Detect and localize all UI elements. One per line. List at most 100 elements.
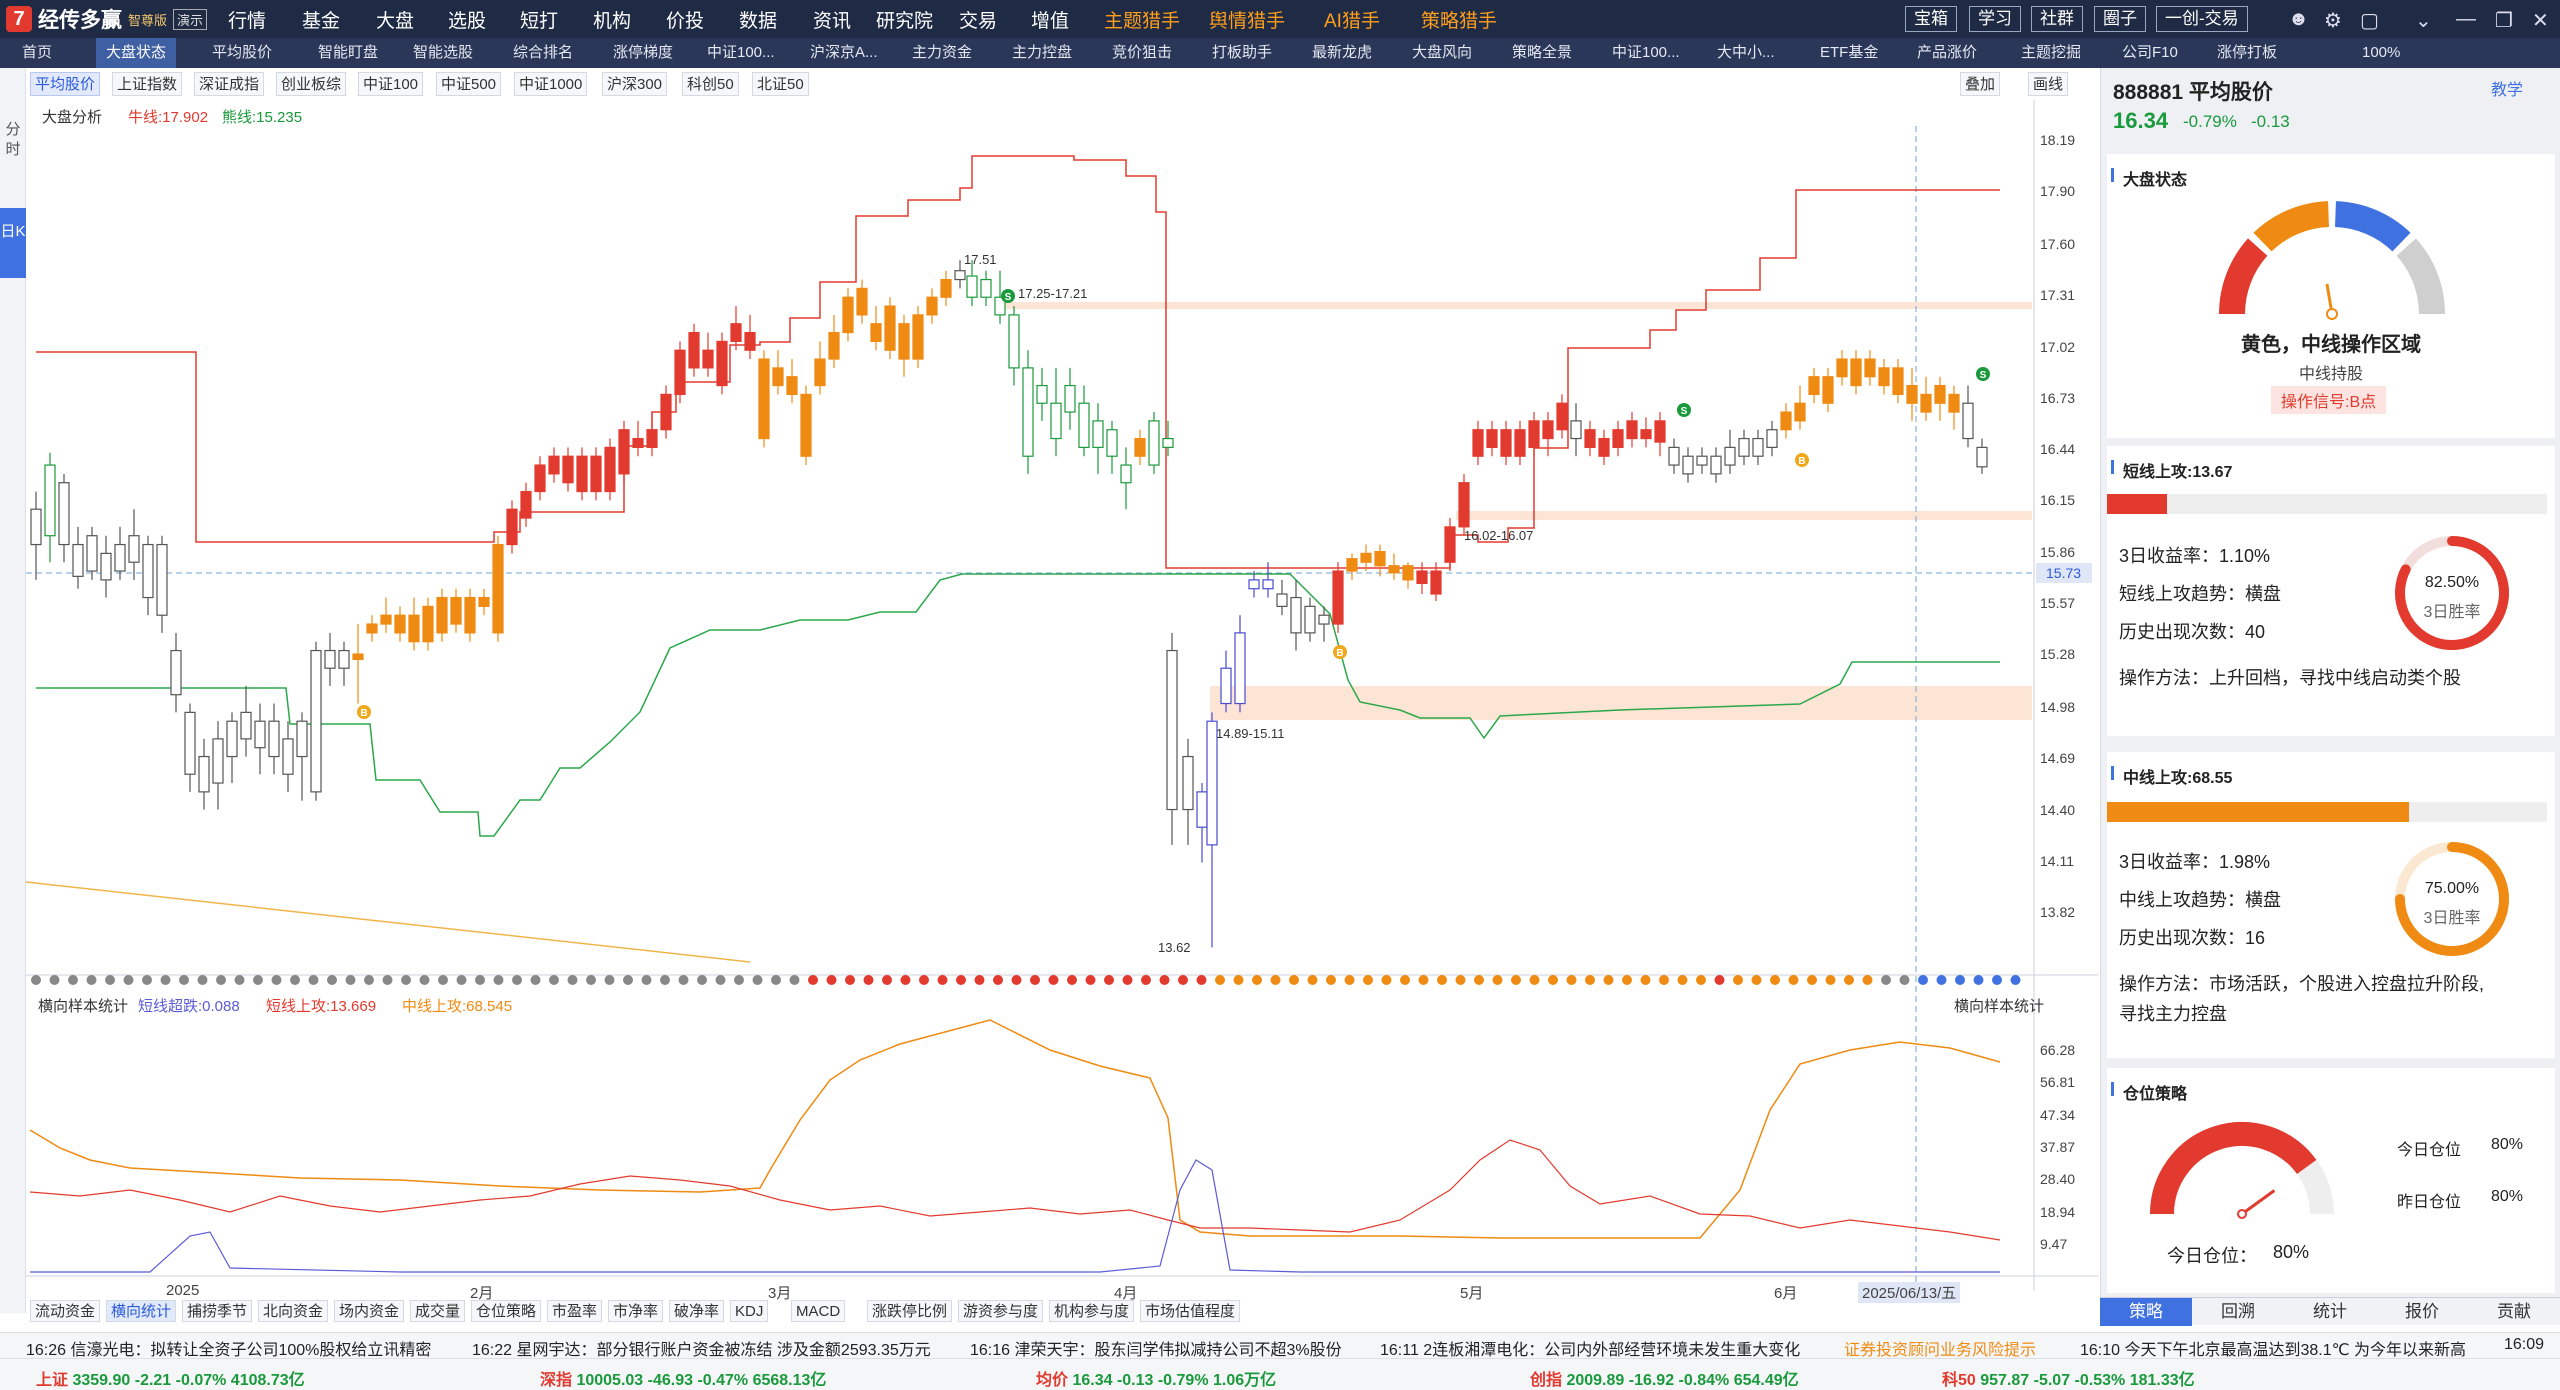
indicator-tab[interactable]: 涨跌停比例 [867, 1300, 953, 1322]
indicator-tab[interactable]: 游资参与度 [958, 1300, 1044, 1322]
indicator-tab[interactable]: 市场估值程度 [1140, 1300, 1241, 1322]
news-item[interactable]: 16:16 津荣天宇：股东闫学伟拟减持公司不超3%股份 [970, 1336, 1342, 1360]
candle-body [1668, 446, 1680, 466]
candle-body [86, 535, 98, 572]
news-item[interactable]: 16:26 信濠光电：拟转让全资子公司100%股权给立讯精密 [26, 1336, 431, 1360]
state-dot [1622, 975, 1632, 985]
maximize-icon[interactable]: ❐ [2495, 8, 2513, 33]
index-quote[interactable]: 深指 10005.03 -46.93 -0.47% 6568.13亿 [540, 1366, 826, 1390]
circle-button[interactable]: 圈子 [2094, 6, 2146, 32]
tab-f10[interactable]: 公司F10 [2122, 38, 2178, 68]
candle-body [226, 720, 238, 758]
state-dot [641, 975, 652, 985]
indicator-tab[interactable]: 成交量 [410, 1300, 466, 1322]
state-dot [271, 975, 282, 985]
news-item[interactable]: 16:11 2连板湘潭电化：公司内外部经营环境未发生重大变化 [1380, 1336, 1800, 1360]
short-count: 历史出现次数：40 [2119, 622, 2266, 642]
indicator-tab[interactable]: 市盈率 [547, 1300, 603, 1322]
close-icon[interactable]: ✕ [2532, 8, 2549, 33]
state-dot [1418, 975, 1429, 985]
short-ret3: 3日收益率：1.10% [2119, 546, 2271, 566]
state-dot [142, 975, 152, 985]
short-extreme-series [30, 1159, 2000, 1273]
right-panel: 888881 平均股价 教学 16.34 -0.79% -0.13 大盘状态 黄… [2100, 68, 2560, 1324]
gear-icon[interactable]: ⚙ [2324, 8, 2342, 33]
indicator-tab[interactable]: MACD [791, 1300, 846, 1322]
candle-body [1850, 358, 1862, 387]
state-dot [1825, 975, 1836, 985]
state-dot [974, 975, 985, 985]
state-dot [771, 975, 781, 985]
help-link[interactable]: 教学 [2491, 76, 2523, 100]
candle-body [352, 653, 364, 660]
indicator-tab[interactable]: 捕捞季节 [182, 1300, 253, 1322]
index-quote[interactable]: 上证 3359.90 -2.21 -0.07% 4108.73亿 [36, 1366, 305, 1390]
buy-signal-label: B [1798, 456, 1805, 467]
indicator-tab[interactable]: 市净率 [608, 1300, 664, 1322]
state-dot [401, 975, 411, 985]
candle-body [1472, 429, 1484, 457]
indicator-mid-up: 中线上攻:68.545 [402, 998, 513, 1015]
zoom-level[interactable]: 100% [2362, 38, 2400, 68]
indicator-tab[interactable]: 北向资金 [258, 1300, 329, 1322]
panel-tab-strategy[interactable]: 策略 [2100, 1298, 2192, 1326]
state-dot [1807, 975, 1817, 985]
tab-limit-board[interactable]: 涨停打板 [2217, 38, 2277, 68]
position-today-pos: 今日仓位 [2397, 1142, 2462, 1159]
indicator-tab[interactable]: 横向统计 [106, 1300, 177, 1322]
state-dot [1048, 975, 1059, 985]
candle-body [856, 287, 868, 316]
news-item[interactable]: 16:22 星网宇达：部分银行账户资金被冻结 涉及金额2593.35万元 [472, 1336, 931, 1360]
candle-body [590, 455, 602, 493]
candle-body [618, 429, 630, 475]
panel-tab-stats[interactable]: 统计 [2284, 1298, 2376, 1326]
annotation-zone-low: 14.89-15.11 [1216, 726, 1284, 741]
state-dot [530, 975, 541, 985]
indicator-tab[interactable]: 机构参与度 [1049, 1300, 1135, 1322]
x-label-mar: 3月 [768, 1285, 792, 1302]
news-item[interactable]: 16:10 今天下午北京最高温达到38.1℃ 为今年以来新高 [2080, 1336, 2466, 1360]
user-icon[interactable]: ☻ [2288, 8, 2309, 31]
state-dot [216, 975, 226, 985]
candle-body [1374, 551, 1386, 567]
window-icon[interactable]: ▢ [2360, 8, 2379, 33]
state-dot [586, 975, 596, 985]
candle-body [940, 278, 952, 298]
indicator-axis-label: 9.47 [2040, 1236, 2068, 1252]
chart-canvas[interactable]: B B B S S S 17.51 17.25-17.21 16.02-16.07 14.89-1… [0, 0, 2100, 1330]
price-axis-label: 17.60 [2040, 236, 2076, 253]
candle-body [1120, 464, 1132, 484]
candle-body [114, 543, 126, 572]
indicator-tab[interactable]: 仓位策略 [471, 1300, 542, 1322]
price-axis-label: 14.11 [2040, 852, 2074, 869]
state-dot [956, 975, 966, 985]
panel-tab-quote[interactable]: 报价 [2376, 1298, 2468, 1326]
candle-body [870, 323, 882, 342]
minimize-icon[interactable]: — [2456, 8, 2476, 31]
candle-body [534, 464, 546, 493]
risk-notice-link[interactable]: 证券投资顾问业务风险提示 [1844, 1336, 2036, 1360]
candle-body [520, 490, 532, 519]
state-dot [1085, 975, 1096, 985]
state-dot [1899, 975, 1910, 985]
indicator-tab[interactable]: KDJ [730, 1300, 769, 1322]
panel-tab-contribution[interactable]: 贡献 [2468, 1298, 2560, 1326]
trade-account-button[interactable]: 一创-交易 [2156, 6, 2248, 32]
state-dot [715, 975, 726, 985]
candle-body [1710, 455, 1722, 475]
state-dot [697, 975, 707, 985]
chevron-down-icon[interactable]: ⌄ [2415, 8, 2432, 33]
indicator-tab[interactable]: 破净率 [669, 1300, 725, 1322]
state-dot [1400, 975, 1410, 985]
candle-body [744, 331, 756, 351]
index-quote[interactable]: 科50 957.87 -5.07 -0.53% 181.33亿 [1942, 1366, 2195, 1390]
candle-body [1430, 570, 1442, 595]
panel-tab-backtrack[interactable]: 回溯 [2192, 1298, 2284, 1326]
market-state-gauge [2219, 201, 2445, 320]
index-quote[interactable]: 创指 2009.89 -16.92 -0.84% 654.49亿 [1530, 1366, 1799, 1390]
indicator-tab[interactable]: 场内资金 [334, 1300, 405, 1322]
index-quote[interactable]: 均价 16.34 -0.13 -0.79% 1.06万亿 [1036, 1366, 1276, 1390]
state-dot [1973, 975, 1984, 985]
indicator-tab[interactable]: 流动资金 [30, 1300, 101, 1322]
state-dot [789, 975, 800, 985]
